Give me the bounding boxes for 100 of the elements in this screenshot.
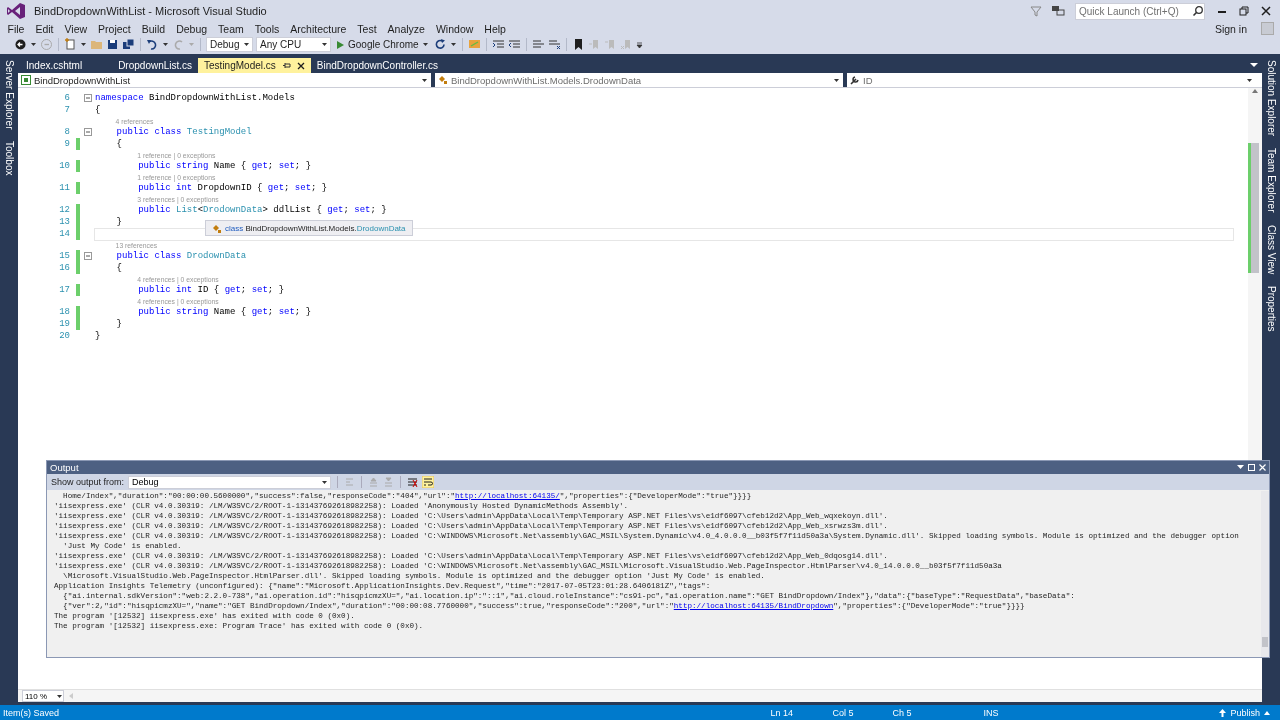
caret-up-icon bbox=[1264, 710, 1270, 715]
line-number: 7 bbox=[63, 105, 71, 115]
line-number: 13 bbox=[58, 217, 71, 227]
play-icon bbox=[336, 39, 345, 50]
dock-tab[interactable]: Solution Explorer bbox=[1265, 58, 1277, 139]
sign-in-link[interactable]: Sign in bbox=[1214, 22, 1247, 35]
restore-icon[interactable] bbox=[1239, 6, 1249, 16]
code-line: } bbox=[115, 217, 122, 227]
menu-item[interactable]: Analyze bbox=[382, 22, 431, 35]
tab-list-icon[interactable] bbox=[1250, 62, 1258, 68]
column-indicator: Col 5 bbox=[832, 707, 855, 718]
dock-tab[interactable]: Toolbox bbox=[3, 139, 15, 178]
dock-tab[interactable]: Class View bbox=[1265, 222, 1277, 276]
close-icon[interactable] bbox=[296, 61, 305, 70]
line-number: 19 bbox=[58, 319, 71, 329]
menu-item[interactable]: Debug bbox=[170, 22, 213, 35]
line-number: 15 bbox=[58, 251, 71, 261]
caret-icon[interactable] bbox=[449, 41, 457, 48]
wrench-icon bbox=[850, 75, 860, 85]
line-number: 17 bbox=[58, 285, 71, 295]
line-indicator: Ln 14 bbox=[770, 707, 794, 718]
zoom-dropdown[interactable]: 110 % bbox=[22, 690, 64, 702]
line-number: 8 bbox=[63, 127, 71, 137]
dock-tab[interactable]: Server Explorer bbox=[3, 58, 15, 132]
caret-icon bbox=[56, 692, 63, 700]
status-message: Item(s) Saved bbox=[3, 707, 61, 718]
menu-item[interactable]: Test bbox=[351, 22, 383, 35]
platform-dropdown[interactable]: Any CPU bbox=[256, 37, 331, 52]
output-source-label: Show output from: bbox=[51, 477, 125, 487]
overflow-icon[interactable] bbox=[635, 40, 643, 49]
refresh-icon[interactable] bbox=[433, 38, 447, 51]
save-all-icon[interactable] bbox=[122, 38, 135, 51]
vertical-scrollbar[interactable] bbox=[1261, 491, 1269, 657]
indent-icon[interactable] bbox=[491, 38, 505, 51]
visual-studio-logo bbox=[6, 2, 26, 20]
caret-icon[interactable] bbox=[80, 41, 87, 48]
save-icon[interactable] bbox=[106, 38, 119, 51]
caret-icon[interactable] bbox=[162, 41, 169, 48]
code-line: } bbox=[95, 331, 101, 341]
outdent-icon[interactable] bbox=[507, 38, 521, 51]
line-number: 9 bbox=[63, 139, 71, 149]
caret-icon bbox=[421, 41, 429, 48]
dropdown-icon[interactable] bbox=[1237, 465, 1244, 470]
code-line: } bbox=[115, 319, 122, 329]
menu-item[interactable]: Build bbox=[136, 22, 171, 35]
menu-item[interactable]: Help bbox=[478, 22, 512, 35]
vertical-scrollbar[interactable] bbox=[1248, 88, 1262, 460]
dock-tab[interactable]: Team Explorer bbox=[1265, 146, 1277, 215]
document-tab[interactable]: TestingModel.cs bbox=[198, 58, 311, 73]
caret-icon bbox=[321, 41, 328, 48]
dock-tab[interactable]: Properties bbox=[1265, 283, 1277, 334]
line-number: 14 bbox=[58, 229, 71, 239]
menu-item[interactable]: Architecture bbox=[284, 22, 352, 35]
undo-icon[interactable] bbox=[146, 38, 159, 51]
start-debugging-button[interactable]: Google Chrome bbox=[334, 39, 431, 50]
menu-item[interactable]: Window bbox=[430, 22, 479, 35]
code-line: public int ID { get; set; } bbox=[137, 285, 285, 295]
member-dropdown[interactable]: ID bbox=[847, 73, 1256, 87]
document-tab[interactable]: DropdownList.cs bbox=[112, 58, 199, 73]
code-line: { bbox=[95, 105, 101, 115]
line-number: 6 bbox=[63, 93, 71, 103]
scroll-thumb[interactable] bbox=[1251, 143, 1259, 273]
menu-item[interactable]: File bbox=[2, 22, 30, 35]
panel-title: Output bbox=[50, 462, 80, 473]
caret-icon bbox=[833, 76, 840, 84]
code-line: public string Name { get; set; } bbox=[137, 161, 312, 171]
code-line: { bbox=[115, 263, 122, 273]
window-title: BindDropdownWithList - Microsoft Visual Studio bbox=[34, 5, 268, 17]
collapse-icon[interactable] bbox=[84, 94, 92, 102]
configuration-dropdown[interactable]: Debug bbox=[206, 37, 253, 52]
code-line: public List<DrodownData> ddlList { get; set; } bbox=[137, 205, 387, 215]
collapse-icon[interactable] bbox=[84, 252, 92, 260]
publish-button[interactable]: Publish bbox=[1219, 707, 1270, 718]
caret-icon[interactable] bbox=[30, 41, 37, 48]
output-source-dropdown[interactable]: Debug bbox=[128, 475, 332, 489]
document-tab[interactable]: Index.cshtml bbox=[20, 58, 89, 73]
word-wrap-icon[interactable] bbox=[422, 476, 435, 488]
quick-launch-field[interactable]: Quick Launch (Ctrl+Q) bbox=[1075, 2, 1205, 20]
code-line: namespace BindDropdownWithList.Models bbox=[95, 93, 295, 103]
pin-icon[interactable] bbox=[281, 61, 291, 70]
maximize-icon[interactable] bbox=[1248, 464, 1255, 471]
clear-all-icon[interactable] bbox=[407, 476, 419, 488]
uncomment-icon[interactable] bbox=[547, 38, 561, 51]
code-line: public int DropdownID { get; set; } bbox=[137, 183, 328, 193]
back-icon[interactable] bbox=[14, 38, 27, 51]
insert-mode-indicator: INS bbox=[983, 707, 1000, 718]
collapse-icon[interactable] bbox=[84, 128, 92, 136]
document-tab[interactable]: BindDropdownController.cs bbox=[310, 58, 444, 73]
search-icon[interactable] bbox=[1192, 5, 1204, 17]
line-number: 12 bbox=[58, 205, 71, 215]
menu-item[interactable]: View bbox=[59, 22, 93, 35]
tooltip-text: class BindDropdownWithList.Models.DrodownData bbox=[225, 223, 406, 233]
menu-item[interactable]: Team bbox=[212, 22, 250, 35]
close-icon[interactable] bbox=[1261, 6, 1271, 16]
menu-item[interactable]: Tools bbox=[249, 22, 285, 35]
menu-item[interactable]: Project bbox=[92, 22, 137, 35]
filter-icon[interactable] bbox=[1029, 4, 1043, 18]
class-icon bbox=[438, 75, 448, 85]
menu-item[interactable]: Edit bbox=[29, 22, 59, 35]
feedback-icon[interactable] bbox=[1051, 4, 1065, 18]
